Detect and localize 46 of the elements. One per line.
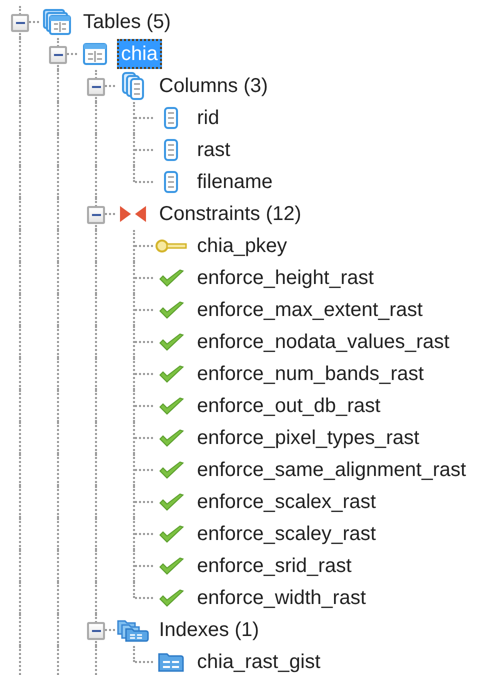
tree-item[interactable]: enforce_srid_rast [193,551,356,581]
tree-item[interactable]: enforce_height_rast [193,263,378,293]
tree-item[interactable]: enforce_width_rast [193,583,370,613]
tree-item[interactable]: enforce_max_extent_rast [193,295,427,325]
column-icon [164,139,178,161]
checkmark-icon [158,524,184,544]
table-icon [83,43,107,65]
tree-item[interactable]: chia_pkey [193,231,292,261]
checkmark-icon [158,332,184,352]
tree-item[interactable]: enforce_num_bands_rast [193,359,428,389]
stacked-folders-icon [117,618,149,642]
column-icon [164,171,178,193]
tree-item[interactable]: enforce_scalex_rast [193,487,380,517]
collapse-button[interactable] [87,206,105,224]
checkmark-icon [158,364,184,384]
tree-item[interactable]: enforce_pixel_types_rast [193,423,424,453]
folder-icon [158,651,184,673]
checkmark-icon [158,492,184,512]
tree-item[interactable]: enforce_nodata_values_rast [193,327,454,357]
checkmark-icon [158,428,184,448]
collapse-button[interactable] [11,14,29,32]
tree-item[interactable]: rast [193,135,234,165]
column-icon [164,107,178,129]
tree-item[interactable]: Indexes (1) [155,615,264,645]
tree-item[interactable]: Tables (5) [79,7,175,37]
checkmark-icon [158,268,184,288]
checkmark-icon [158,396,184,416]
bowtie-icon [119,204,147,224]
collapse-button[interactable] [87,622,105,640]
tree-item[interactable]: filename [193,167,277,197]
tree-item[interactable]: Columns (3) [155,71,272,101]
tree-item[interactable]: chia_rast_gist [193,647,324,675]
checkmark-icon [158,300,184,320]
stacked-tables-icon [42,9,72,35]
tree-item[interactable]: enforce_scaley_rast [193,519,380,549]
checkmark-icon [158,460,184,480]
stacked-columns-icon [121,72,145,100]
checkmark-icon [158,556,184,576]
tree-item[interactable]: enforce_out_db_rast [193,391,384,421]
checkmark-icon [158,588,184,608]
key-icon [155,239,187,253]
collapse-button[interactable] [87,78,105,96]
tree-item[interactable]: enforce_same_alignment_rast [193,455,470,485]
collapse-button[interactable] [49,46,67,64]
tree-item[interactable]: rid [193,103,224,133]
tree-item[interactable]: Constraints (12) [155,199,306,229]
